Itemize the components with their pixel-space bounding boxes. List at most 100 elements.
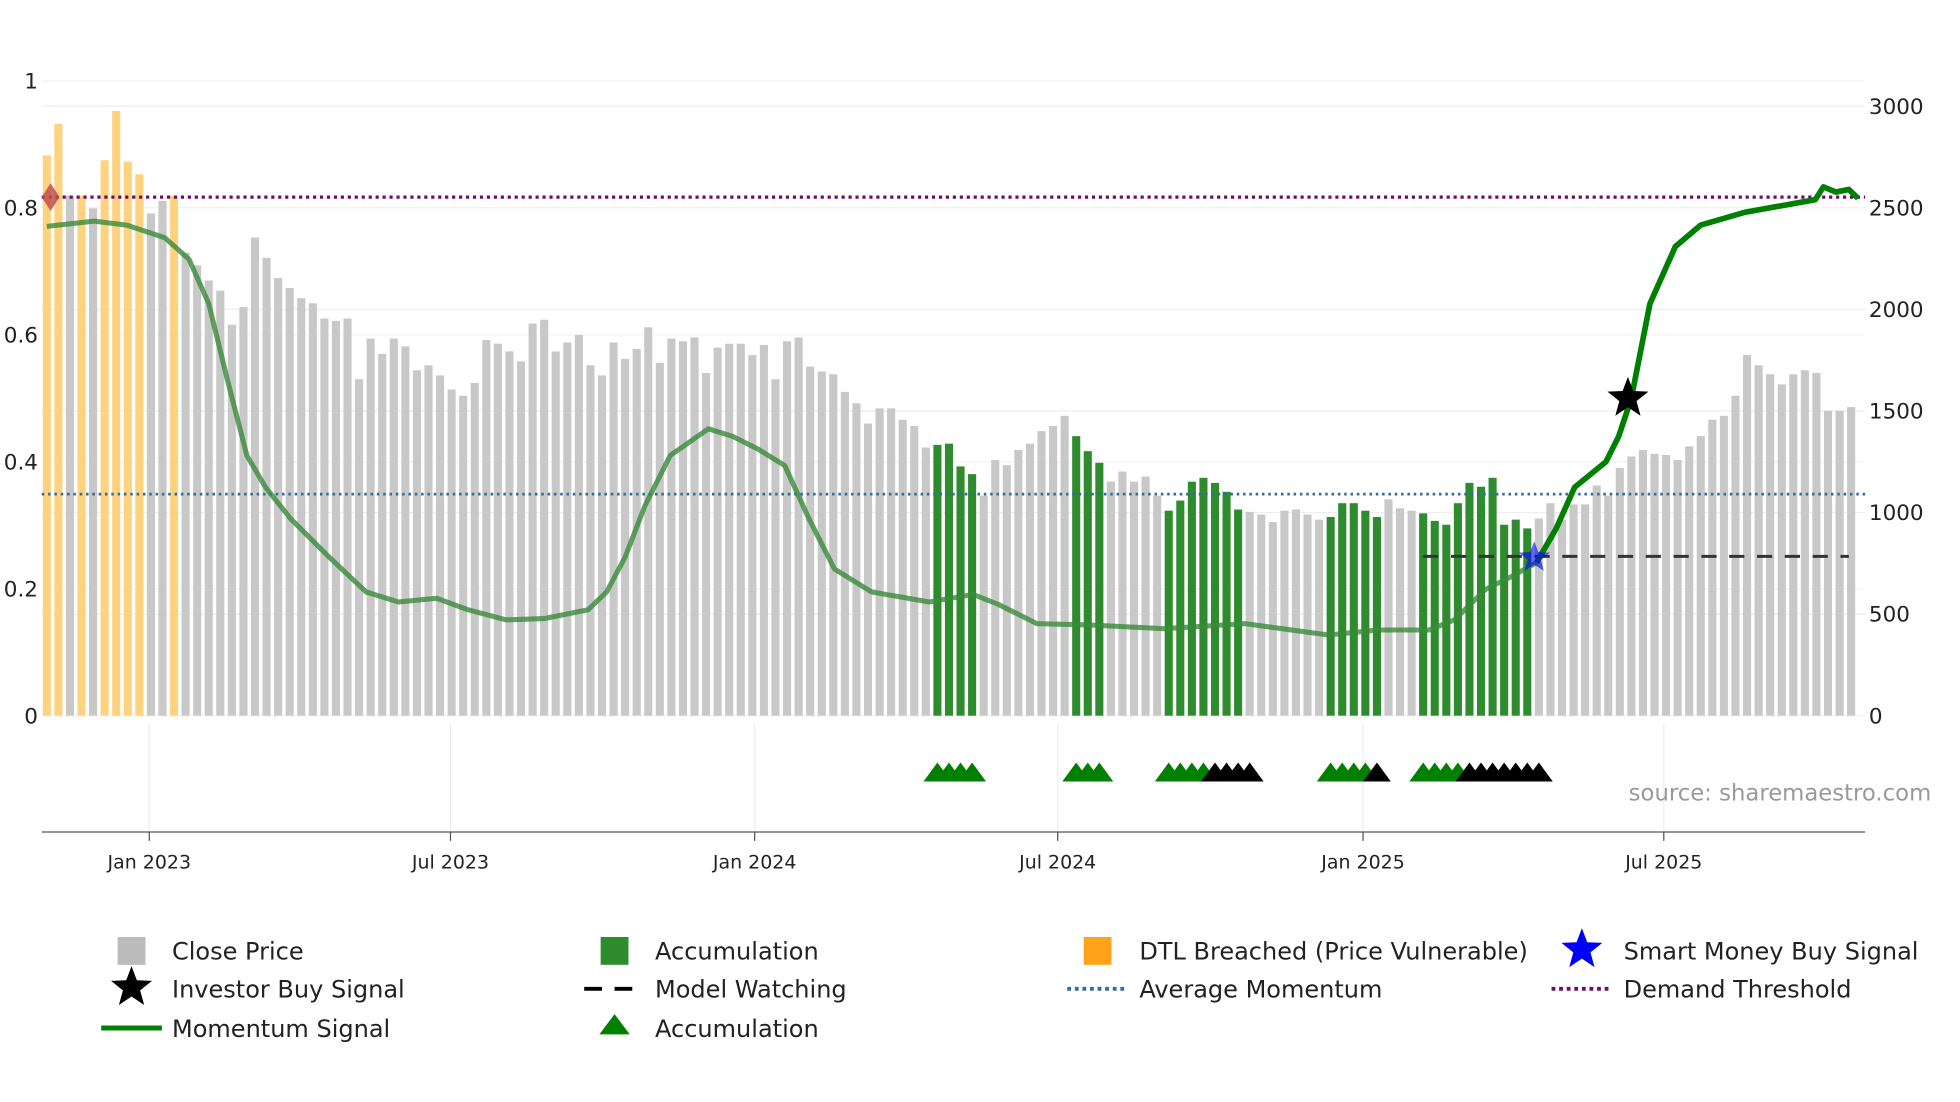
- close-price-bar: [678, 341, 687, 716]
- accumulation-bar: [1453, 503, 1462, 716]
- close-price-bar: [239, 307, 248, 716]
- close-price-bar: [609, 342, 618, 716]
- accumulation-bar: [1210, 482, 1220, 716]
- close-price-bar: [1604, 495, 1613, 716]
- close-price-bar: [1384, 499, 1393, 716]
- close-price-bar: [158, 200, 167, 716]
- accumulation-bar: [933, 444, 942, 716]
- accumulation-bar: [1511, 519, 1520, 716]
- close-price-bar: [285, 288, 294, 716]
- close-price-bar: [597, 375, 607, 716]
- accumulation-bar: [1095, 462, 1104, 716]
- close-price-bar: [1847, 407, 1856, 716]
- close-price-bar: [436, 375, 445, 716]
- close-price-bar: [1766, 374, 1775, 716]
- close-price-bar: [910, 425, 919, 716]
- close-price-bar: [1245, 511, 1254, 716]
- legend-item: Accumulation: [599, 1014, 819, 1043]
- legend-item: Close Price: [117, 936, 304, 966]
- chart: 0 0.2 0.4 0.6 0.8 1 0 500 1000 1500 2000 2500 3000 Ja…: [4, 70, 1931, 1043]
- legend-item: Investor Buy Signal: [111, 966, 405, 1006]
- close-price-bar: [1268, 522, 1277, 716]
- close-price-bar: [551, 351, 560, 716]
- left-axis-tick-label: 0.2: [4, 577, 38, 602]
- close-price-bar: [991, 460, 1000, 716]
- legend: Close Price Accumulation DTL Breached (Pri…: [101, 928, 1918, 1043]
- close-price-bar: [389, 338, 398, 716]
- close-price-bar: [308, 303, 317, 716]
- accumulation-bar: [1372, 517, 1381, 716]
- dtl-breached-bar: [77, 195, 86, 716]
- gray-square-icon: [117, 936, 146, 965]
- close-price-bar: [1777, 384, 1786, 716]
- dtl-breached-bar: [135, 174, 144, 716]
- right-axis-tick-label: 2000: [1869, 298, 1924, 323]
- close-price-bar: [1823, 410, 1833, 716]
- legend-label: Momentum Signal: [172, 1015, 390, 1043]
- close-price-bar: [493, 343, 502, 716]
- blue-star-icon: [1561, 928, 1603, 968]
- close-price-bar: [921, 447, 930, 716]
- close-price-bar: [470, 382, 479, 716]
- close-price-bar: [840, 391, 849, 716]
- accumulation-bar: [1326, 517, 1335, 716]
- legend-item: Average Momentum: [1067, 976, 1382, 1004]
- x-axis-tick-label: Jan 2024: [712, 852, 796, 874]
- close-price-bar: [1581, 504, 1590, 716]
- close-price-bar: [1754, 365, 1763, 716]
- close-price-bar: [1696, 436, 1705, 716]
- close-price-bar: [1291, 509, 1301, 716]
- accumulation-bar: [1234, 509, 1243, 716]
- close-price-bar: [343, 318, 352, 716]
- close-price-bar: [690, 337, 699, 716]
- legend-label: Demand Threshold: [1624, 976, 1852, 1004]
- left-axis-tick-label: 1: [24, 70, 38, 95]
- dtl-breached-bar: [100, 160, 109, 716]
- close-price-bar: [806, 366, 815, 716]
- close-price-bar: [655, 362, 664, 716]
- close-price-bar: [586, 365, 595, 716]
- close-price-bar: [181, 252, 190, 716]
- close-price-bar: [574, 334, 583, 716]
- legend-label: DTL Breached (Price Vulnerable): [1139, 938, 1528, 966]
- close-price-bar: [1800, 370, 1809, 716]
- accumulation-bar: [1083, 451, 1092, 716]
- close-price-bar: [1280, 510, 1289, 716]
- accumulation-bar: [1338, 503, 1347, 716]
- close-price-bar: [1407, 510, 1416, 716]
- close-price-bar: [1315, 519, 1324, 716]
- right-axis-tick-label: 1000: [1869, 501, 1924, 526]
- close-price-bar: [424, 365, 433, 716]
- legend-label: Investor Buy Signal: [172, 976, 405, 1004]
- close-price-bar: [1153, 495, 1162, 716]
- close-price-bar: [1014, 449, 1023, 716]
- close-price-bar: [1106, 481, 1115, 716]
- close-price-bar: [1002, 465, 1011, 716]
- close-price-bar: [528, 323, 537, 716]
- close-price-bar: [725, 343, 734, 716]
- close-price-bar: [702, 372, 711, 716]
- close-price-bar: [759, 344, 768, 716]
- close-price-bar: [193, 265, 202, 716]
- close-price-bar: [852, 403, 861, 716]
- dtl-breached-bar: [123, 161, 132, 716]
- close-price-bar: [1719, 415, 1728, 716]
- accumulation-bar: [1430, 520, 1439, 716]
- x-axis-tick-label: Jul 2025: [1624, 852, 1702, 874]
- close-price-bar: [898, 419, 907, 716]
- price-bars: [42, 110, 1856, 716]
- close-price-bar: [1557, 519, 1567, 716]
- right-axis-tick-label: 3000: [1869, 95, 1924, 120]
- right-axis-tick-label: 0: [1869, 704, 1883, 729]
- close-price-bar: [505, 351, 514, 716]
- orange-square-icon: [1083, 936, 1112, 965]
- legend-item: Smart Money Buy Signal: [1561, 928, 1918, 968]
- close-price-bar: [459, 395, 468, 716]
- close-price-bar: [736, 343, 745, 716]
- accumulation-bar: [1072, 436, 1081, 716]
- close-price-bar: [667, 338, 676, 716]
- legend-label: Accumulation: [655, 1015, 819, 1043]
- left-axis-tick-label: 0.8: [4, 196, 38, 221]
- close-price-bar: [1708, 419, 1717, 716]
- close-price-bar: [540, 319, 549, 716]
